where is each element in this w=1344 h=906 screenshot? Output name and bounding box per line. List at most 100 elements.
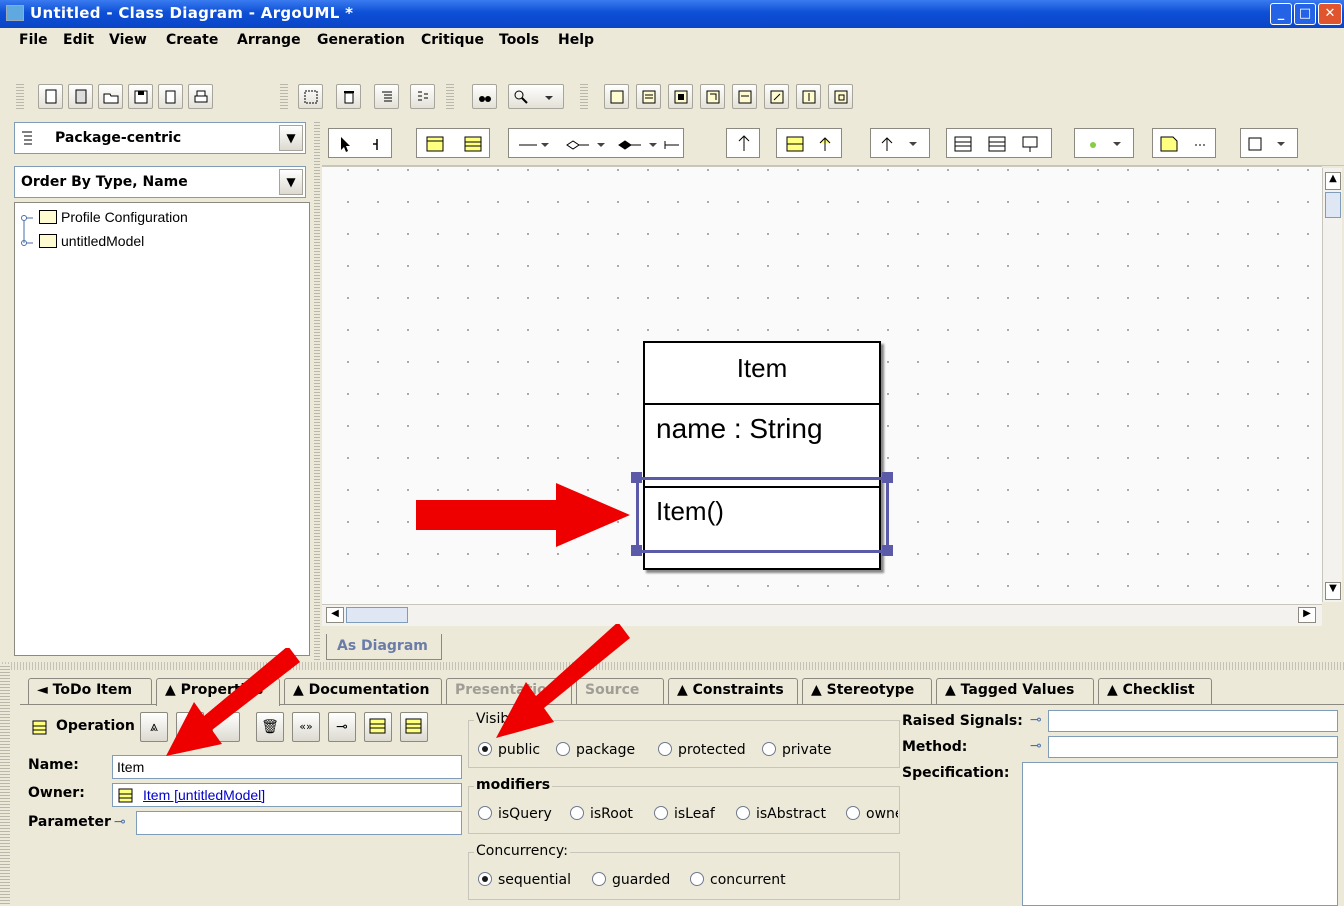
toolbar-grip-2 xyxy=(280,82,288,110)
tab-todo-item[interactable]: ◄ ToDo Item xyxy=(28,678,152,704)
checkbox-box xyxy=(736,806,750,820)
tab-checklist[interactable]: ▲ Checklist xyxy=(1098,678,1212,704)
vertical-scrollbar[interactable]: ▲ ▼ xyxy=(1322,168,1342,602)
new-from-template-icon[interactable] xyxy=(68,84,93,109)
print-icon[interactable] xyxy=(188,84,213,109)
select-tool-group[interactable] xyxy=(328,128,392,158)
new-signal-button[interactable]: ⊸ xyxy=(328,712,356,742)
checkbox-label: isRoot xyxy=(590,806,633,822)
comment-point-tool[interactable] xyxy=(1074,128,1134,158)
new-usecase-diagram-icon[interactable] xyxy=(636,84,661,109)
radio-sequential[interactable]: sequential xyxy=(478,872,571,888)
horizontal-scrollbar[interactable]: ◀ ▶ xyxy=(322,604,1322,626)
remove-from-diagram-icon[interactable] xyxy=(298,84,323,109)
new-reception-button[interactable] xyxy=(400,712,428,742)
radio-concurrent[interactable]: concurrent xyxy=(690,872,786,888)
minimize-button[interactable]: _ xyxy=(1270,3,1292,25)
key-icon: ⊸ xyxy=(1030,712,1042,728)
checkbox-isroot[interactable]: isRoot xyxy=(570,806,633,822)
scroll-down-icon[interactable]: ▼ xyxy=(1325,582,1341,600)
note-tools[interactable] xyxy=(1152,128,1216,158)
perspective-combo[interactable]: Package-centric ▼ xyxy=(14,122,306,154)
save-project-icon[interactable] xyxy=(128,84,153,109)
find-binoculars-icon[interactable] xyxy=(472,84,497,109)
checkbox-isquery[interactable]: isQuery xyxy=(478,806,552,822)
new-collaboration-diagram-icon[interactable] xyxy=(732,84,757,109)
menu-edit[interactable]: Edit xyxy=(63,32,94,48)
new-state-diagram-icon[interactable] xyxy=(668,84,693,109)
left-grip xyxy=(0,664,10,906)
order-combo[interactable]: Order By Type, Name ▼ xyxy=(14,166,306,198)
class-name[interactable]: Item xyxy=(645,343,879,405)
menu-arrange[interactable]: Arrange xyxy=(237,32,301,48)
tree-item-profile-configuration[interactable]: Profile Configuration xyxy=(35,209,188,225)
menu-help[interactable]: Help xyxy=(558,32,594,48)
close-button[interactable]: ✕ xyxy=(1318,3,1342,25)
parameter-field[interactable] xyxy=(136,811,462,835)
scroll-thumb[interactable] xyxy=(346,607,408,623)
raised-signals-field[interactable] xyxy=(1048,710,1338,732)
radio-off xyxy=(762,742,776,756)
new-project-icon[interactable] xyxy=(38,84,63,109)
checkbox-isabstract[interactable]: isAbstract xyxy=(736,806,826,822)
compartment-tools[interactable] xyxy=(946,128,1052,158)
radio-guarded[interactable]: guarded xyxy=(592,872,670,888)
zoom-icon[interactable] xyxy=(508,84,564,109)
package-tools[interactable] xyxy=(776,128,842,158)
new-package-diagram-icon[interactable] xyxy=(828,84,853,109)
owner-link[interactable]: Item [untitledModel] xyxy=(143,787,265,803)
method-field[interactable] xyxy=(1048,736,1338,758)
settings-list-icon[interactable] xyxy=(410,84,435,109)
open-project-icon[interactable] xyxy=(98,84,123,109)
scroll-left-icon[interactable]: ◀ xyxy=(326,607,344,623)
argouml-app-icon xyxy=(6,5,24,21)
new-operation-button[interactable] xyxy=(364,712,392,742)
scroll-up-icon[interactable]: ▲ xyxy=(1325,172,1341,190)
class-attribute[interactable]: name : String xyxy=(645,405,879,488)
class-icon xyxy=(118,788,133,803)
specification-textarea[interactable] xyxy=(1022,762,1338,906)
radio-private[interactable]: private xyxy=(762,742,832,758)
class-interface-tools[interactable] xyxy=(416,128,490,158)
radio-off xyxy=(658,742,672,756)
tab-stereotype[interactable]: ▲ Stereotype xyxy=(802,678,932,704)
save-as-icon[interactable] xyxy=(158,84,183,109)
tree-item-untitled-model[interactable]: untitledModel xyxy=(35,233,144,249)
split-pane-divider[interactable] xyxy=(314,120,320,660)
generalization-tool[interactable] xyxy=(726,128,760,158)
resize-handle[interactable] xyxy=(882,472,893,483)
delete-trash-icon[interactable] xyxy=(336,84,361,109)
tab-constraints[interactable]: ▲ Constraints xyxy=(668,678,798,704)
radio-protected[interactable]: protected xyxy=(658,742,746,758)
navigate-tree-icon[interactable] xyxy=(374,84,399,109)
red-arrow-visibility xyxy=(496,624,630,738)
new-activity-diagram-icon[interactable] xyxy=(700,84,725,109)
scroll-thumb[interactable] xyxy=(1325,192,1341,218)
checkbox-owner[interactable]: owner xyxy=(846,806,898,822)
chevron-down-icon[interactable]: ▼ xyxy=(279,125,303,151)
menu-file[interactable]: File xyxy=(19,32,48,48)
relationship-tools[interactable] xyxy=(508,128,684,158)
dependency-tool[interactable] xyxy=(870,128,930,158)
menu-generation[interactable]: Generation xyxy=(317,32,405,48)
menu-create[interactable]: Create xyxy=(166,32,218,48)
chevron-down-icon[interactable]: ▼ xyxy=(279,169,303,195)
tab-as-diagram[interactable]: As Diagram xyxy=(326,634,442,660)
scroll-right-icon[interactable]: ▶ xyxy=(1298,607,1316,623)
checkbox-box xyxy=(654,806,668,820)
new-sequence-diagram-icon[interactable] xyxy=(796,84,821,109)
checkbox-label: owner xyxy=(866,806,898,822)
main-toolbar xyxy=(0,52,1344,119)
shape-tool[interactable] xyxy=(1240,128,1298,158)
maximize-button[interactable]: □ xyxy=(1294,3,1316,25)
tab-tagged-values[interactable]: ▲ Tagged Values xyxy=(936,678,1094,704)
menu-view[interactable]: View xyxy=(109,32,147,48)
perspective-value: Package-centric xyxy=(55,130,182,146)
checkbox-isleaf[interactable]: isLeaf xyxy=(654,806,715,822)
tree-item-label: untitledModel xyxy=(61,233,145,249)
menu-critique[interactable]: Critique xyxy=(421,32,484,48)
resize-handle[interactable] xyxy=(882,545,893,556)
menu-tools[interactable]: Tools xyxy=(499,32,539,48)
new-class-diagram-icon[interactable] xyxy=(604,84,629,109)
new-deployment-diagram-icon[interactable] xyxy=(764,84,789,109)
